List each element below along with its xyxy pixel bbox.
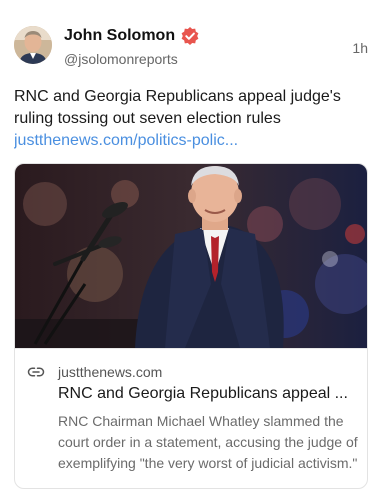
author-handle[interactable]: @jsolomonreports: [64, 50, 178, 68]
verified-badge-icon: [181, 27, 199, 45]
post-text: RNC and Georgia Republicans appeal judge…: [14, 88, 341, 127]
post-link[interactable]: justthenews.com/politics-polic...: [14, 130, 368, 152]
social-post: John Solomon @jsolomonreports 1h RNC and…: [0, 0, 382, 500]
article-image: [15, 164, 367, 348]
avatar[interactable]: [14, 26, 52, 64]
author-name[interactable]: John Solomon: [64, 26, 175, 46]
link-preview-card[interactable]: justthenews.com RNC and Georgia Republic…: [14, 163, 368, 489]
post-timestamp: 1h: [352, 40, 368, 56]
card-title[interactable]: RNC and Georgia Republicans appeal ...: [58, 383, 356, 405]
avatar-photo: [14, 26, 52, 64]
card-description: RNC Chairman Michael Whatley slammed the…: [58, 413, 358, 471]
link-icon: [27, 367, 45, 377]
card-domain: justthenews.com: [58, 364, 163, 380]
card-body: justthenews.com RNC and Georgia Republic…: [15, 348, 367, 488]
post-header: John Solomon @jsolomonreports 1h: [14, 26, 368, 70]
